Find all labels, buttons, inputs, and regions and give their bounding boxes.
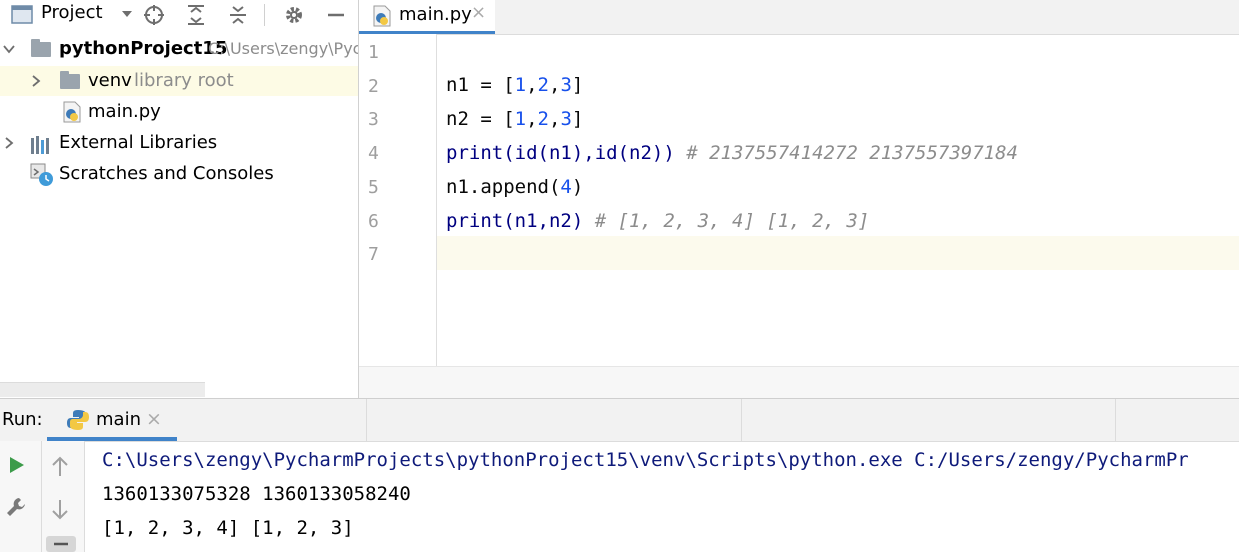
panel-divider bbox=[41, 441, 42, 552]
number-literal: 1 bbox=[514, 74, 527, 96]
editor-area: main.py × 1 2 3 4 5 6 7 n1 = [1,2,3] n2 … bbox=[359, 0, 1239, 399]
header-divider bbox=[741, 399, 742, 441]
code-line-2[interactable]: n1 = [1,2,3] bbox=[446, 74, 583, 96]
line-number: 3 bbox=[368, 109, 379, 130]
number-literal: 3 bbox=[560, 74, 572, 96]
number-literal: 1 bbox=[514, 108, 527, 130]
console-output-line: [1, 2, 3, 4] [1, 2, 3] bbox=[102, 517, 354, 539]
folder-icon bbox=[31, 39, 51, 57]
project-tool-window: Project pythonProject15 C:\Users\zengy\P… bbox=[0, 0, 359, 398]
play-icon[interactable] bbox=[7, 456, 25, 474]
number-literal: 2 bbox=[537, 74, 549, 96]
line-number: 5 bbox=[368, 177, 379, 198]
tree-item-scratches[interactable]: Scratches and Consoles bbox=[0, 159, 358, 189]
number-literal: 4 bbox=[560, 176, 572, 198]
tree-item-venv[interactable]: venv library root bbox=[0, 66, 358, 96]
project-name: pythonProject15 bbox=[59, 38, 228, 59]
console-output-line: 1360133075328 1360133058240 bbox=[102, 483, 411, 505]
code-text: ) bbox=[571, 176, 584, 198]
code-line-4[interactable]: print(id(n1),id(n2)) # 2137557414272 213… bbox=[446, 142, 1018, 164]
code-text: print(id(n1),id(n2)) bbox=[446, 142, 675, 164]
code-text: n1 = [ bbox=[446, 74, 515, 96]
folder-icon bbox=[60, 71, 80, 89]
line-number-gutter: 1 2 3 4 5 6 7 bbox=[359, 34, 437, 366]
close-icon[interactable]: × bbox=[471, 2, 486, 23]
tab-main-py[interactable]: main.py × bbox=[359, 0, 495, 34]
horizontal-scrollbar[interactable] bbox=[0, 382, 205, 397]
code-text: , bbox=[526, 74, 538, 96]
tree-item-project-root[interactable]: pythonProject15 C:\Users\zengy\Pyc bbox=[0, 34, 358, 64]
code-line-5[interactable]: n1.append(4) bbox=[446, 176, 583, 198]
venv-label: venv bbox=[88, 70, 132, 91]
code-line-3[interactable]: n2 = [1,2,3] bbox=[446, 108, 583, 130]
code-line-6[interactable]: print(n1,n2) # [1, 2, 3, 4] [1, 2, 3] bbox=[446, 210, 869, 232]
library-root-hint: library root bbox=[134, 70, 234, 91]
chevron-down-icon[interactable] bbox=[2, 42, 16, 56]
expand-all-icon[interactable] bbox=[184, 3, 208, 27]
close-icon[interactable]: × bbox=[146, 408, 162, 430]
scroll-down-icon[interactable] bbox=[50, 498, 70, 520]
header-divider bbox=[366, 399, 367, 441]
code-text: n1.append( bbox=[446, 176, 561, 198]
python-icon bbox=[66, 408, 90, 432]
code-comment: # 2137557414272 2137557397184 bbox=[686, 142, 1018, 164]
project-path: C:\Users\zengy\Pyc bbox=[208, 39, 359, 58]
line-number: 1 bbox=[368, 42, 379, 63]
run-tab-main[interactable]: main × bbox=[47, 399, 177, 441]
run-tool-window: Run: main × C:\Users\zengy\PycharmProjec… bbox=[0, 398, 1239, 552]
external-libraries-label: External Libraries bbox=[59, 132, 218, 153]
locate-icon[interactable] bbox=[142, 3, 166, 27]
python-file-icon bbox=[62, 101, 82, 123]
project-view-title[interactable]: Project bbox=[41, 2, 103, 23]
main-py-label: main.py bbox=[88, 101, 161, 122]
console-output-line: C:\Users\zengy\PycharmProjects\pythonPro… bbox=[102, 449, 1189, 471]
code-text: , bbox=[526, 108, 538, 130]
tree-item-main-py[interactable]: main.py bbox=[0, 97, 358, 127]
editor-bottom-strip bbox=[359, 366, 1239, 399]
toolbar-separator bbox=[264, 4, 265, 26]
project-view-icon[interactable] bbox=[11, 5, 33, 24]
gear-icon[interactable] bbox=[282, 3, 306, 27]
tree-item-external-libraries[interactable]: External Libraries bbox=[0, 128, 358, 158]
header-divider bbox=[1115, 399, 1116, 441]
project-toolbar: Project bbox=[0, 0, 358, 30]
line-number: 4 bbox=[368, 143, 379, 164]
tab-label: main.py bbox=[399, 4, 472, 25]
code-text: print(n1,n2) bbox=[446, 210, 584, 232]
wrench-icon[interactable] bbox=[5, 496, 27, 518]
view-dropdown-icon[interactable] bbox=[120, 6, 134, 20]
run-header: Run: main × bbox=[0, 399, 1239, 442]
collapse-all-icon[interactable] bbox=[226, 3, 250, 27]
scratches-icon bbox=[30, 163, 54, 187]
scroll-up-icon[interactable] bbox=[50, 456, 70, 478]
number-literal: 2 bbox=[537, 108, 549, 130]
run-side-toolbar bbox=[0, 441, 85, 552]
run-tab-label: main bbox=[96, 409, 141, 430]
library-icon bbox=[30, 134, 52, 154]
editor-tab-bar: main.py × bbox=[359, 0, 1239, 35]
code-comment: # [1, 2, 3, 4] [1, 2, 3] bbox=[594, 210, 870, 232]
line-number: 2 bbox=[368, 76, 379, 97]
line-number: 7 bbox=[368, 244, 379, 265]
code-text: , bbox=[549, 108, 561, 130]
run-label: Run: bbox=[2, 409, 43, 430]
code-text: , bbox=[549, 74, 561, 96]
python-file-icon bbox=[372, 5, 392, 27]
chevron-right-icon[interactable] bbox=[2, 136, 16, 150]
code-text: ] bbox=[571, 108, 584, 130]
wrap-icon[interactable] bbox=[46, 536, 76, 552]
line-number: 6 bbox=[368, 211, 379, 232]
code-text: ] bbox=[571, 74, 584, 96]
scratches-label: Scratches and Consoles bbox=[59, 163, 274, 184]
chevron-right-icon[interactable] bbox=[29, 74, 43, 88]
current-line-highlight bbox=[359, 236, 1239, 270]
minimize-icon[interactable] bbox=[324, 3, 348, 27]
number-literal: 3 bbox=[560, 108, 572, 130]
code-text: n2 = [ bbox=[446, 108, 515, 130]
